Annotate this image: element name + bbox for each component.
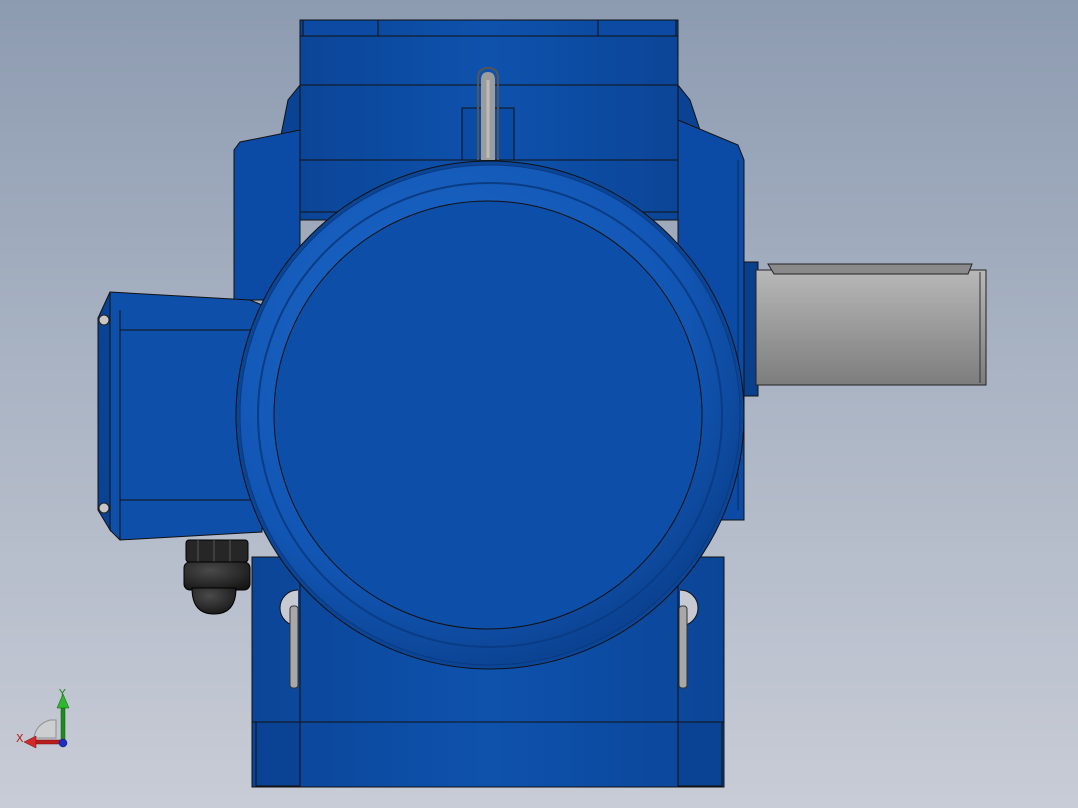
cable-gland[interactable]: [183, 539, 251, 615]
y-axis-label: Y: [59, 687, 66, 700]
x-axis-label: X: [16, 732, 24, 745]
gearmotor-model: [97, 19, 987, 788]
motor-end-cover[interactable]: [235, 160, 745, 670]
output-shaft[interactable]: [743, 261, 987, 397]
model-viewport[interactable]: X Y: [0, 0, 1078, 808]
